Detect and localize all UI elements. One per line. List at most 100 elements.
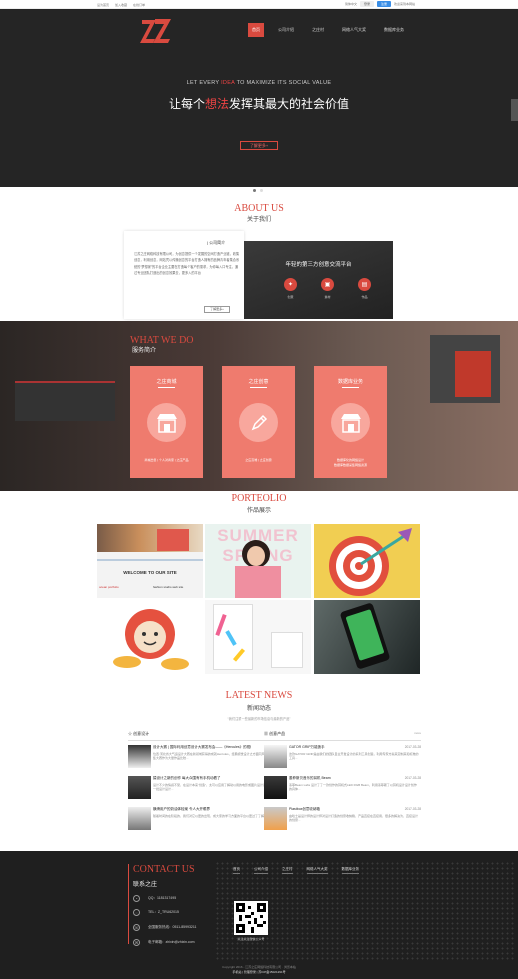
news-item-title[interactable]: Plastbox创意收纳箱 <box>289 807 387 812</box>
news-column-design: ☆ 创意设计 more 设计大赛 | 国际利用创意设计大赛发布会——《Hercu… <box>128 731 285 834</box>
nav-home[interactable]: 首页 <box>248 23 264 37</box>
news-item-title[interactable]: 墨菲斯贝音乐的耳机 Beam <box>289 776 387 781</box>
divider <box>250 387 267 388</box>
qr-caption: 关注关注微信公众号 <box>237 937 265 941</box>
service-card-title: 之庄创意 <box>248 379 269 385</box>
service-card-database[interactable]: 数据库业务 数据库化的网络设计 数据库数据采集网络资源 <box>314 366 387 478</box>
news-column-header: ▦ 创意产品 more <box>264 731 421 741</box>
more-link[interactable]: more <box>414 731 421 735</box>
news-title-en: LATEST NEWS <box>225 690 293 701</box>
service-card-desc: 之庄高端 | 之庄创意 <box>245 458 272 462</box>
portfolio-item-target[interactable] <box>314 524 420 598</box>
zz-logo[interactable] <box>140 17 172 45</box>
star-icon: ☆ <box>128 731 132 736</box>
about-feature-panel: 年轻的第三方创意交流平台 ✦ 创意 ▣ 素材 ▤ 作品 <box>244 241 393 319</box>
news-item[interactable]: 横滑用户的奶油体检案 令人大开眼界 2017-03-28 随着时间的在阶段的，我… <box>128 807 285 834</box>
footer-nav-village[interactable]: 之庄村 <box>282 867 293 874</box>
feature-label: 素材 <box>324 295 331 299</box>
top-utility-bar: 设为首页 加入收藏 在线订单 简体中文 登录 注册 欢迎来到本网站 <box>0 0 518 9</box>
set-homepage-link[interactable]: 设为首页 <box>97 3 109 7</box>
news-item-desc: 由哈士是设计师的设计师对设计打造的创意收纳箱，产品直接在直接用，很多的解决为，直… <box>289 814 419 823</box>
welcome-text: 欢迎来到本网站 <box>394 2 416 6</box>
news-item-date: 2017-03-28 <box>404 807 421 811</box>
grid-icon: ▦ <box>264 731 268 736</box>
store-icon <box>331 403 370 442</box>
service-card-mall[interactable]: 之庄商城 商城出售 | 个人对商家 | 之庄产品 <box>130 366 203 478</box>
portfolio-caption: WELCOME TO OUR SITE <box>123 570 177 575</box>
news-column-products: ▦ 创意产品 more GATOR GRIP万能扳手 2017-03-28 这款… <box>264 731 421 834</box>
news-item[interactable]: GATOR GRIP万能扳手 2017-03-28 这款GATOR GRIP是由… <box>264 745 421 772</box>
feature-material[interactable]: ▣ 素材 <box>319 278 336 299</box>
carousel-dot[interactable] <box>253 189 256 192</box>
mail-icon: ✉ <box>133 939 140 946</box>
footer-nav-award[interactable]: 网络人气大奖 <box>306 867 328 874</box>
bulb-icon: ✦ <box>284 278 297 291</box>
nav-award[interactable]: 网络人气大奖 <box>338 23 370 37</box>
footer-nav-database[interactable]: 数据库业务 <box>341 867 359 874</box>
about-panel-title: 年轻的第三方创意交流平台 <box>285 262 352 268</box>
about-card-heading: | 公司简介 <box>207 240 226 245</box>
contact-qq: ◔ QQ：1181317495 <box>133 895 176 902</box>
language-select[interactable]: 简体中文 <box>345 2 357 6</box>
news-item[interactable]: 设计大赛 | 国际利用创意设计大赛发布会——《Hercules》的视线 2016… <box>128 745 285 772</box>
news-item-title[interactable]: 设计大赛 | 国际利用创意设计大赛发布会——《Hercules》的视线 <box>153 745 251 750</box>
icp-text[interactable]: 手机站 | 管理登录 | 苏ICP备15021291号 <box>0 970 518 975</box>
news-item-desc: 墨菲Beam Labs 设计了了一款创作的耳机式LED RGB Beam，利用墨… <box>289 783 417 792</box>
carousel-dot-active[interactable] <box>260 189 263 192</box>
nav-village[interactable]: 之庄村 <box>308 23 328 37</box>
footer-nav-home[interactable]: 首页 <box>233 867 240 874</box>
package-box-small <box>271 632 303 668</box>
nav-database[interactable]: 数据库业务 <box>380 23 408 37</box>
news-title-cn: 新闻动态 <box>246 706 271 712</box>
news-column-title: 创意设计 <box>133 731 150 736</box>
feature-label: 创意 <box>287 295 294 299</box>
footer: CONTACT US 联系之庄 ◔ QQ：1181317495 ◌ TEL：Z_TR… <box>0 851 518 979</box>
portfolio-item-app[interactable] <box>314 600 420 674</box>
portfolio-sub-left: ocean portfolio <box>99 585 119 589</box>
service-card-title: 数据库业务 <box>337 379 363 385</box>
carousel-dots <box>253 189 263 192</box>
portfolio-item-packaging[interactable] <box>205 600 311 674</box>
news-thumbnail <box>128 807 151 830</box>
portfolio-item-monkey[interactable] <box>97 600 203 674</box>
news-item-title[interactable]: 横滑用户的奶油体检案 令人大开眼界 <box>153 807 251 812</box>
portfolio-item-website[interactable]: WELCOME TO OUR SITE ocean portfolio fash… <box>97 524 203 598</box>
feature-idea[interactable]: ✦ 创意 <box>282 278 299 299</box>
add-favorite-link[interactable]: 加入收藏 <box>115 3 127 7</box>
about-more-button[interactable]: 了解更多+ <box>204 306 230 313</box>
service-card-desc: 数据库化的网络设计 数据库数据采集网络资源 <box>333 458 367 467</box>
news-item-desc: 这款GATOR GRIP是由我们的团队自主开发设计的系列工具创造，利用专家方案来… <box>289 752 419 761</box>
qq-icon: ◔ <box>133 895 140 902</box>
about-card: | 公司简介 江苏之庄网络科技有限公司，为创意提供一个发展的空间打造产业链，收集… <box>124 231 244 319</box>
news-item[interactable]: 墨菲斯贝音乐的耳机 Beam 2017-03-28 墨菲Beam Labs 设计… <box>264 776 421 803</box>
model-face <box>247 546 265 566</box>
portfolio-item-summer[interactable]: SUMMER SPRING <box>205 524 311 598</box>
learn-more-button[interactable]: 了解更多+ <box>240 141 278 150</box>
portfolio-grid: WELCOME TO OUR SITE ocean portfolio fash… <box>97 524 421 674</box>
news-thumbnail <box>128 745 151 768</box>
monkey-icon <box>113 609 189 670</box>
login-button[interactable]: 登录 <box>360 1 375 7</box>
news-thumbnail <box>128 776 151 799</box>
top-links: 设为首页 加入收藏 在线订单 <box>97 3 145 7</box>
register-button[interactable]: 注册 <box>377 1 392 7</box>
contact-phone: ☏ 全国服务热线：0511-85993211 <box>133 924 197 931</box>
pencil-icon <box>239 403 278 442</box>
online-order-link[interactable]: 在线订单 <box>133 3 145 7</box>
footer-nav-company[interactable]: 公司介绍 <box>254 867 268 874</box>
news-item[interactable]: Plastbox创意收纳箱 2017-03-28 由哈士是设计师的设计师对设计打… <box>264 807 421 834</box>
hero-slogan-cn: 让每个想法发挥其最大的社会价值 <box>168 97 350 111</box>
side-float-tab[interactable] <box>511 99 518 121</box>
news-item-title[interactable]: 猿设计之新的创作 每大众围有有手机动看了 <box>153 776 251 781</box>
news-thumbnail <box>264 745 287 768</box>
main-nav: 首页 公司介绍 之庄村 网络人气大奖 数据库业务 <box>248 23 408 37</box>
nav-company[interactable]: 公司介绍 <box>274 23 298 37</box>
footer-nav: 首页 公司介绍 之庄村 网络人气大奖 数据库业务 <box>233 867 359 874</box>
service-card-creative[interactable]: 之庄创意 之庄高端 | 之庄创意 <box>222 366 295 478</box>
feature-works[interactable]: ▤ 作品 <box>356 278 373 299</box>
news-item-title[interactable]: GATOR GRIP万能扳手 <box>289 745 387 750</box>
red-accent <box>157 529 189 551</box>
news-item[interactable]: 猿设计之新的创作 每大众围有有手机动看了 2017-03-28 设计不少的情感不… <box>128 776 285 803</box>
news-column-title: 创意产品 <box>269 731 286 736</box>
chat-icon: ◌ <box>133 909 140 916</box>
